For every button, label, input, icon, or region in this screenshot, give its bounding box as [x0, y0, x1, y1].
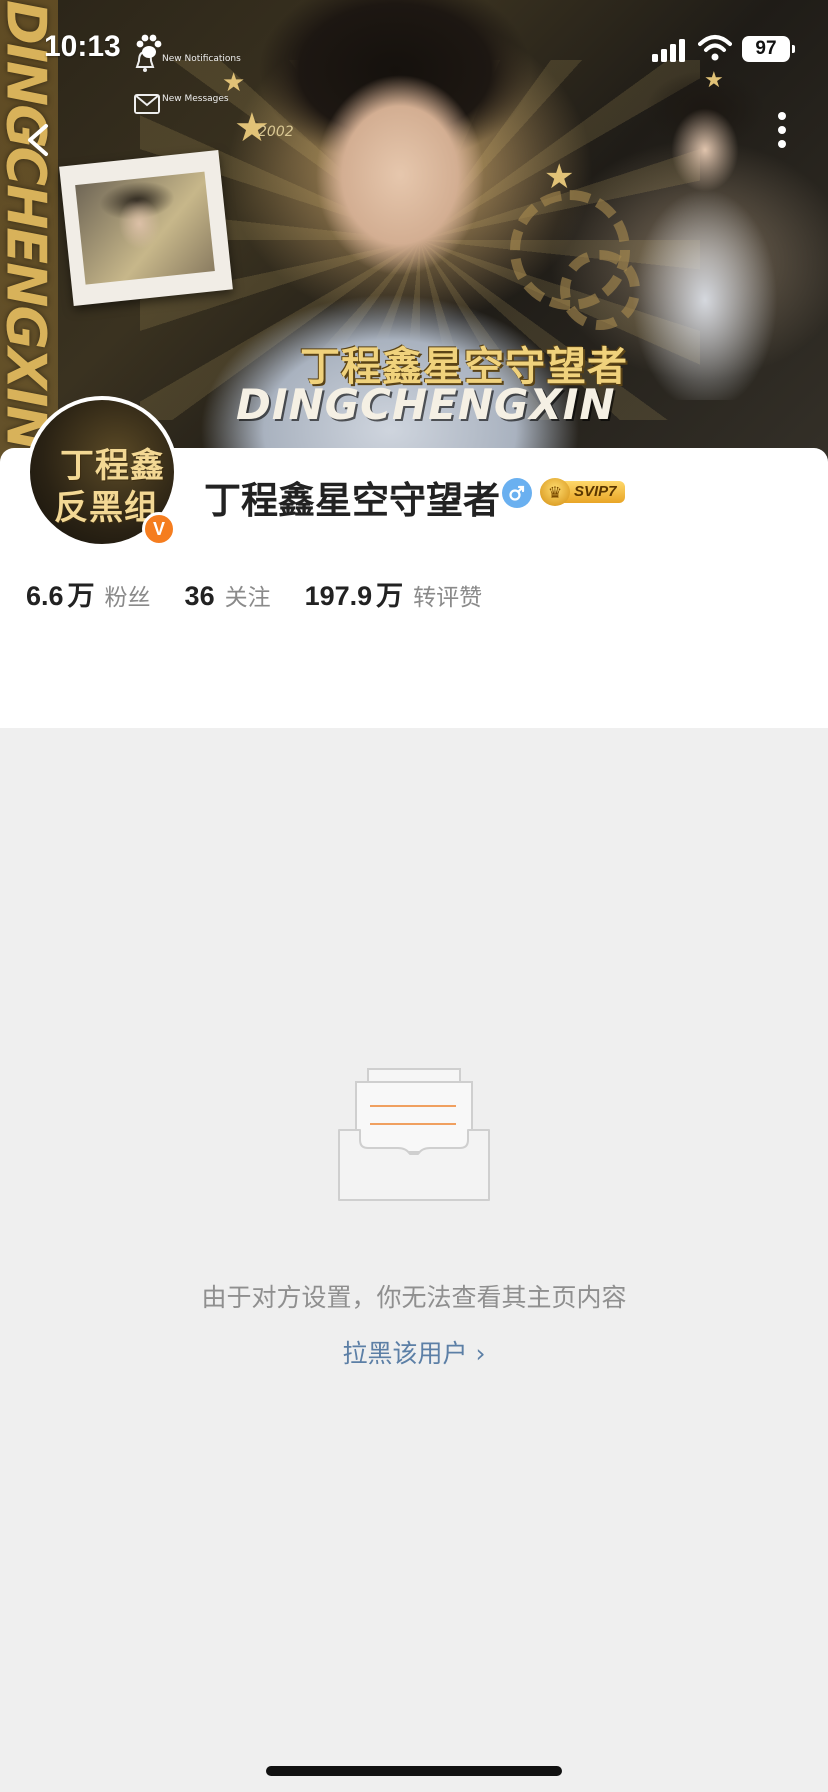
- username: 丁程鑫星空守望者: [204, 479, 500, 522]
- block-user-link[interactable]: 拉黑该用户 ›: [0, 1334, 828, 1370]
- chevron-right-icon: ›: [475, 1339, 486, 1368]
- profile-banner[interactable]: DINGCHENGXIN ★ ★ ★ ★ 2002 New Notificati…: [0, 0, 828, 462]
- private-profile-message: 由于对方设置，你无法查看其主页内容: [201, 1283, 627, 1312]
- banner-year: 2002: [258, 124, 294, 140]
- stat-unit: 万: [67, 581, 95, 612]
- stat-label: 粉丝: [104, 585, 151, 611]
- star-icon: ★: [544, 157, 575, 197]
- banner-polaroid: [59, 150, 233, 306]
- crown-icon: ♛: [540, 478, 570, 506]
- banner-portrait-secondary: [620, 70, 790, 400]
- stat-reposts-likes[interactable]: 197.9 万 转评赞: [305, 574, 483, 613]
- svip-badge[interactable]: ♛ SVIP7: [540, 478, 640, 506]
- stat-value: 36: [184, 581, 215, 611]
- battery-indicator: 97: [742, 36, 795, 62]
- male-gender-icon: [502, 478, 532, 508]
- more-icon[interactable]: [768, 110, 796, 150]
- stat-label: 转评赞: [413, 585, 483, 611]
- stat-value: 197.9: [304, 581, 373, 611]
- back-arrow-icon[interactable]: [22, 122, 58, 158]
- banner-subtitle: DINGCHENGXIN: [236, 380, 616, 429]
- block-user-label: 拉黑该用户: [342, 1339, 468, 1368]
- stat-followers[interactable]: 6.6 万 粉丝: [26, 574, 151, 613]
- empty-inbox-illustration: [338, 1068, 490, 1201]
- verified-badge: V: [142, 512, 176, 546]
- banner-side-text: DINGCHENGXIN: [0, 0, 58, 449]
- svip-label: SVIP7: [564, 481, 625, 503]
- mail-icon: [134, 94, 160, 114]
- stat-unit: 万: [376, 581, 404, 612]
- stat-following[interactable]: 36 关注: [185, 578, 271, 612]
- notifications-label: New Notifications: [162, 54, 241, 64]
- stat-value: 6.6: [26, 581, 64, 611]
- signal-icon: [652, 39, 685, 62]
- paw-icon: [136, 34, 162, 58]
- wifi-icon: [698, 35, 732, 61]
- status-time: 10:13: [44, 30, 121, 63]
- messages-label: New Messages: [162, 94, 229, 104]
- profile-stats: 6.6 万 粉丝 36 关注 197.9 万 转评赞: [26, 574, 516, 613]
- home-indicator[interactable]: [266, 1766, 562, 1776]
- stat-label: 关注: [224, 585, 271, 611]
- star-icon: ★: [222, 68, 246, 98]
- star-icon: ★: [704, 68, 724, 93]
